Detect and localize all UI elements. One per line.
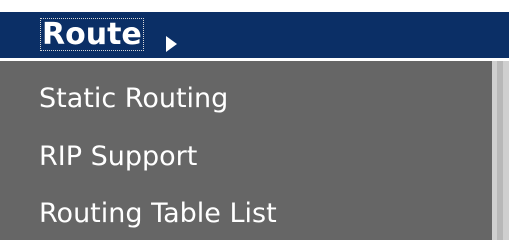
menu-item-routing-table-list[interactable]: Routing Table List <box>39 193 469 235</box>
route-menu: Route Static Routing RIP Support Routing… <box>0 0 509 240</box>
menu-item-static-routing[interactable]: Static Routing <box>39 78 469 120</box>
chevron-right-icon[interactable] <box>166 36 177 52</box>
scrollbar-thumb[interactable] <box>497 61 503 240</box>
route-menu-header[interactable]: Route <box>0 12 509 61</box>
menu-item-rip-support[interactable]: RIP Support <box>39 136 469 178</box>
route-menu-title[interactable]: Route <box>40 18 144 51</box>
